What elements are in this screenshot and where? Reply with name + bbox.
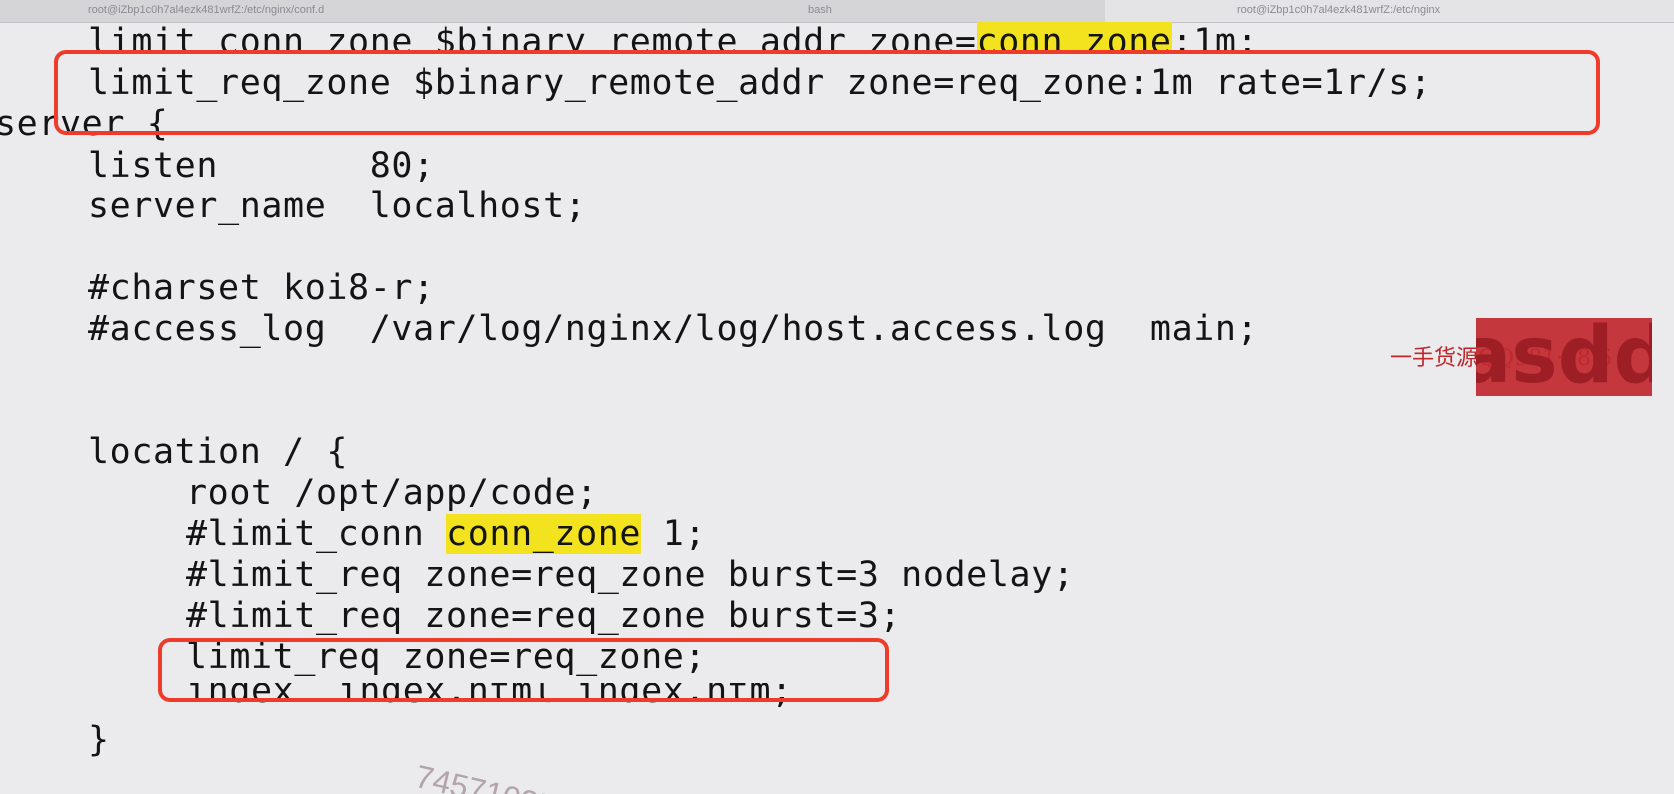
code-line-access-log: #access_log /var/log/nginx/log/host.acce… — [88, 309, 1259, 349]
code-text: #limit_conn — [186, 514, 447, 554]
annotation-box-limit-req — [158, 638, 889, 702]
tab-nginx-label: root@iZbp1c0h7al4ezk481wrfZ:/etc/nginx — [1237, 4, 1441, 16]
terminal-screen: root@iZbp1c0h7al4ezk481wrfZ:/etc/nginx/c… — [0, 0, 1674, 794]
tab-bash[interactable]: bash — [808, 4, 832, 16]
terminal-tab-bar: root@iZbp1c0h7al4ezk481wrfZ:/etc/nginx/c… — [0, 0, 1674, 23]
highlighted-conn-zone: conn_zone — [446, 514, 642, 554]
code-line-limit-req-burst: #limit_req zone=req_zone burst=3; — [186, 596, 902, 636]
svg-text:asdd: asdd — [1476, 311, 1652, 396]
watermark-number: 745710350 — [411, 758, 577, 794]
tab-conf-d[interactable]: root@iZbp1c0h7al4ezk481wrfZ:/etc/nginx/c… — [88, 4, 324, 16]
code-line-root: root /opt/app/code; — [186, 473, 598, 513]
code-line-limit-conn: #limit_conn conn_zone 1; — [186, 514, 706, 554]
code-line-server-name: server_name localhost; — [88, 186, 587, 226]
tab-nginx[interactable]: root@iZbp1c0h7al4ezk481wrfZ:/etc/nginx — [1105, 0, 1674, 22]
code-line-location-close: } — [88, 720, 110, 760]
code-line-charset: #charset koi8-r; — [88, 268, 435, 308]
tab-bash-label: bash — [808, 4, 832, 16]
annotation-box-limit-req-zone — [54, 50, 1600, 135]
code-line-limit-req-burst-nodelay: #limit_req zone=req_zone burst=3 nodelay… — [186, 555, 1075, 595]
tab-conf-d-label: root@iZbp1c0h7al4ezk481wrfZ:/etc/nginx/c… — [88, 4, 325, 16]
code-text: 1; — [641, 514, 707, 554]
code-line-listen: listen 80; — [88, 146, 435, 186]
watermark-logo: asdd — [1476, 311, 1652, 396]
code-line-location: location / { — [88, 432, 349, 472]
